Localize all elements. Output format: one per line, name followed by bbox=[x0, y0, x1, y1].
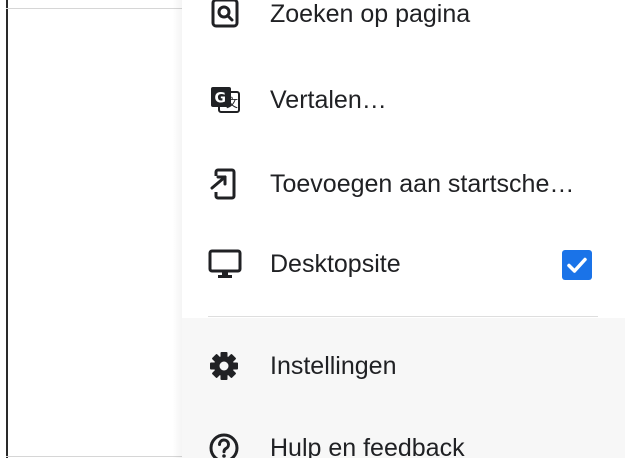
overflow-menu: Zoeken op pagina 文 G Vertalen… Toevoegen… bbox=[182, 0, 625, 458]
menu-item-find-in-page[interactable]: Zoeken op pagina bbox=[182, 0, 625, 44]
help-icon bbox=[208, 432, 244, 458]
desktop-site-checkbox[interactable] bbox=[562, 250, 592, 280]
find-in-page-icon bbox=[208, 0, 244, 30]
page-edge bbox=[6, 0, 8, 458]
menu-item-translate[interactable]: 文 G Vertalen… bbox=[182, 70, 625, 130]
menu-divider bbox=[208, 316, 598, 317]
translate-icon: 文 G bbox=[208, 84, 244, 116]
gear-icon bbox=[208, 350, 244, 382]
menu-item-label: Instellingen bbox=[270, 352, 397, 380]
menu-item-label: Desktopsite bbox=[270, 250, 401, 278]
screenshot-frame: Zoeken op pagina 文 G Vertalen… Toevoegen… bbox=[0, 0, 625, 458]
menu-item-label: Toevoegen aan startsche… bbox=[270, 170, 575, 198]
desktop-icon bbox=[208, 248, 244, 280]
menu-item-desktop-site[interactable]: Desktopsite bbox=[182, 234, 625, 294]
add-to-home-screen-icon bbox=[208, 168, 244, 200]
menu-item-label: Zoeken op pagina bbox=[270, 0, 471, 28]
checkmark-icon bbox=[567, 257, 587, 273]
svg-text:G: G bbox=[215, 91, 227, 107]
menu-item-label: Vertalen… bbox=[270, 86, 387, 114]
menu-item-help-feedback[interactable]: Hulp en feedback bbox=[182, 418, 625, 458]
menu-item-label: Hulp en feedback bbox=[270, 434, 465, 458]
menu-item-add-to-home-screen[interactable]: Toevoegen aan startsche… bbox=[182, 154, 625, 214]
menu-item-settings[interactable]: Instellingen bbox=[182, 336, 625, 396]
